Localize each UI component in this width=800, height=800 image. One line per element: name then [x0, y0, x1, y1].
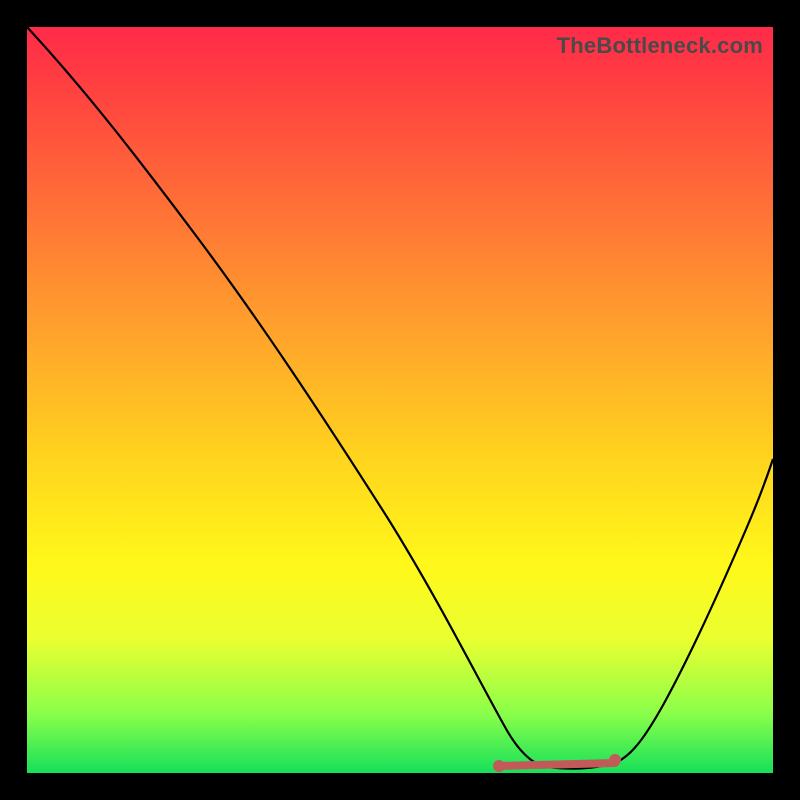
optimal-end-dot [609, 754, 621, 766]
optimal-range-bar [499, 763, 615, 766]
optimal-start-dot [493, 760, 505, 772]
curve-layer [27, 27, 773, 773]
chart-container: TheBottleneck.com [0, 0, 800, 800]
plot-area: TheBottleneck.com [27, 27, 773, 773]
bottleneck-curve [27, 27, 773, 769]
